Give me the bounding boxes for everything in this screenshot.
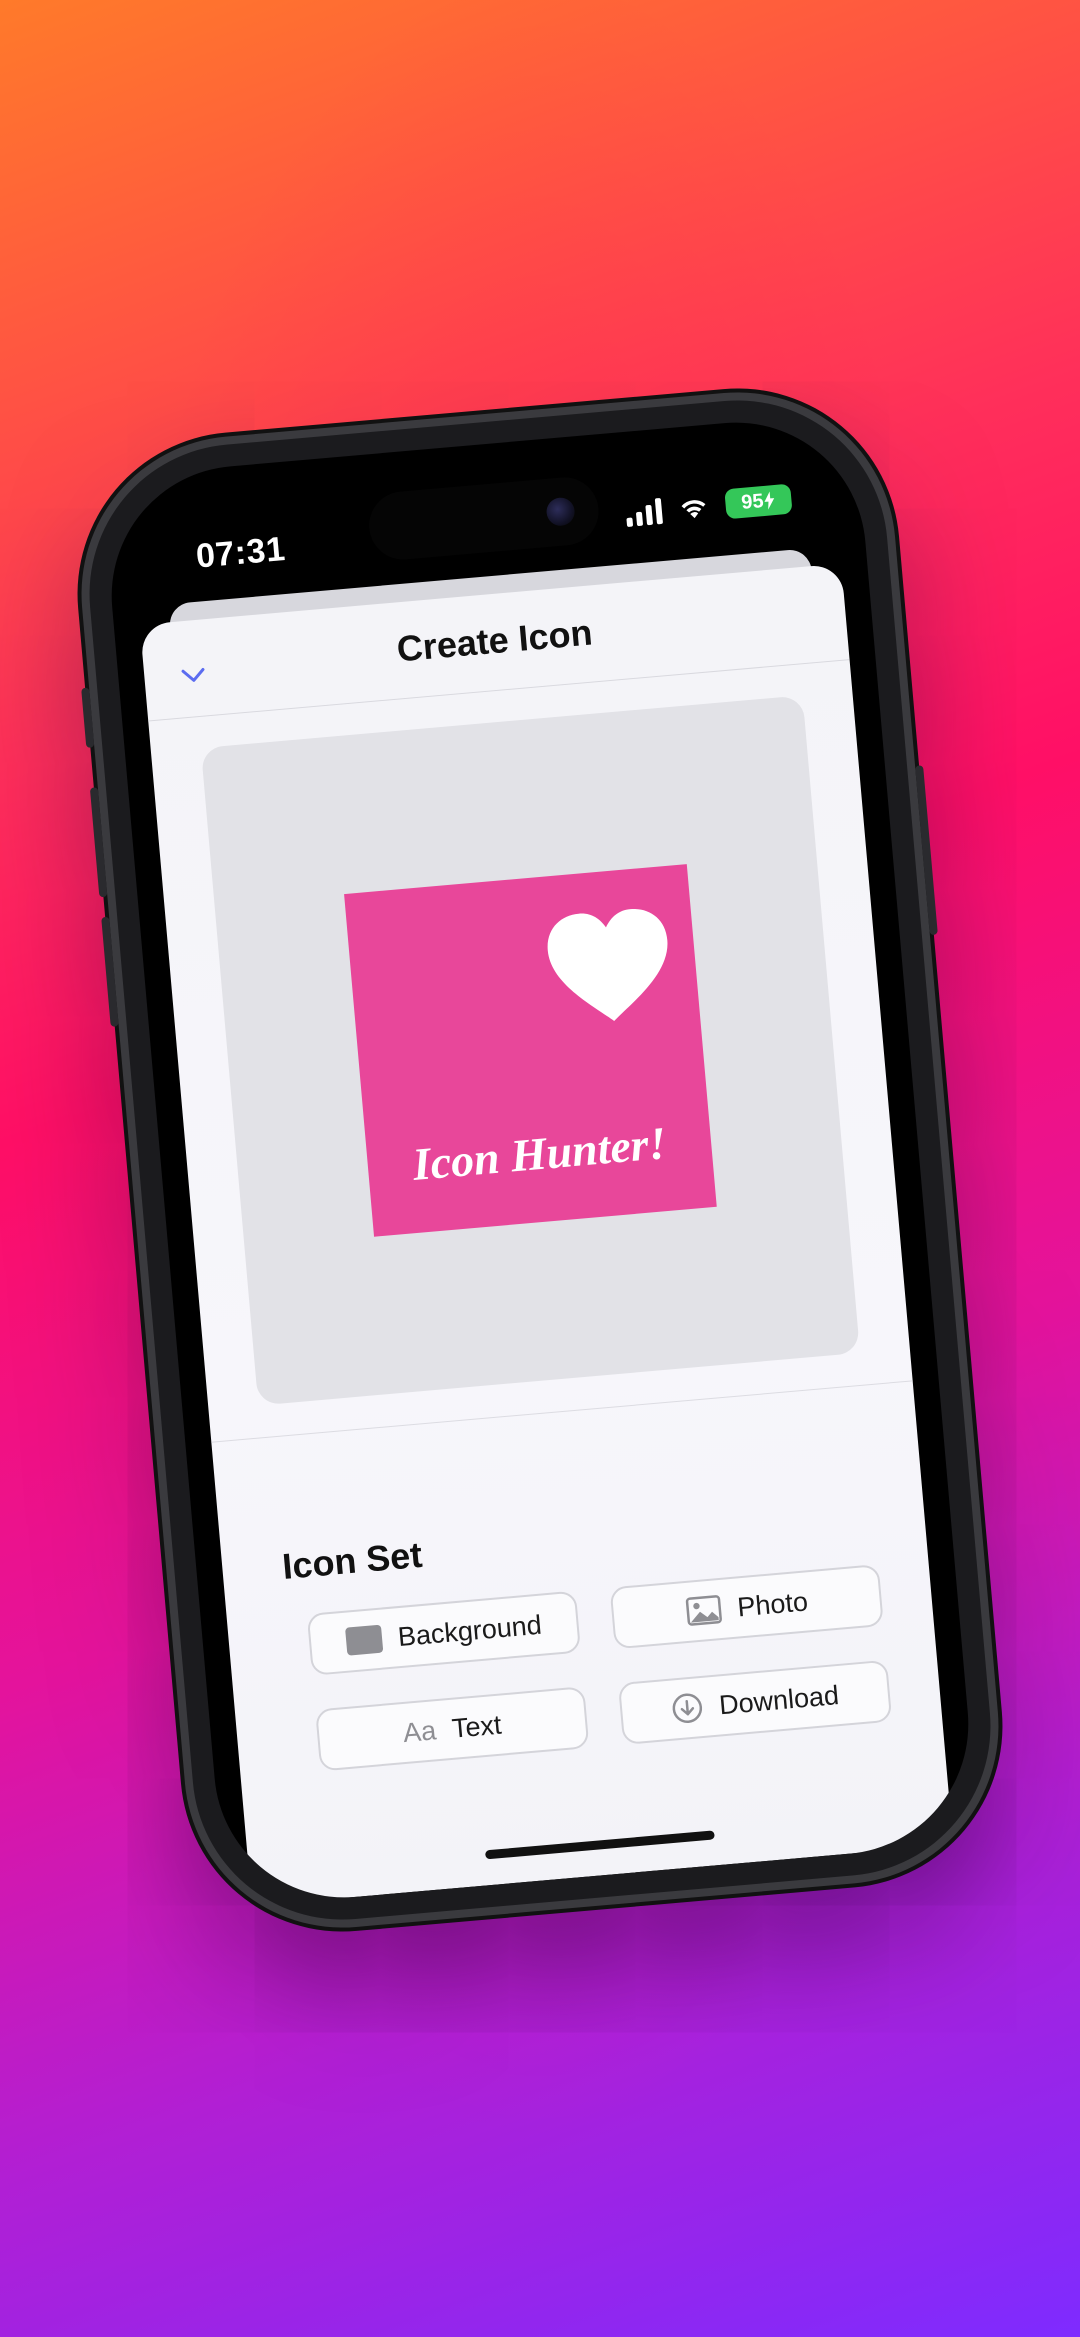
camera-icon bbox=[545, 496, 576, 527]
download-icon bbox=[672, 1693, 703, 1723]
home-indicator[interactable] bbox=[484, 1830, 715, 1860]
battery-level: 95 bbox=[740, 489, 765, 514]
icon-tile-text: Icon Hunter! bbox=[410, 1117, 669, 1191]
icon-set-title: Icon Set bbox=[280, 1533, 424, 1587]
wifi-icon bbox=[681, 500, 706, 519]
phone-frame: 07:31 95 Create Icon Icon Hunter! Icon S… bbox=[77, 387, 1003, 1933]
volume-down-button bbox=[101, 916, 119, 1027]
text-button[interactable]: Aa Text bbox=[315, 1686, 590, 1772]
text-aa-icon: Aa bbox=[401, 1714, 438, 1748]
icon-preview-card: Icon Hunter! bbox=[200, 695, 861, 1406]
icon-set-buttons: Background Photo Aa Text Download bbox=[306, 1564, 893, 1772]
create-icon-sheet: Create Icon Icon Hunter! Icon Set Backgr… bbox=[139, 563, 954, 1906]
photo-icon bbox=[685, 1595, 722, 1626]
action-button bbox=[81, 687, 95, 748]
download-button[interactable]: Download bbox=[617, 1659, 893, 1745]
background-swatch-icon bbox=[344, 1624, 384, 1656]
power-button bbox=[915, 765, 938, 936]
status-time: 07:31 bbox=[194, 529, 287, 576]
photo-button-label: Photo bbox=[736, 1585, 810, 1622]
volume-up-button bbox=[89, 787, 108, 898]
cellular-signal-icon bbox=[625, 496, 664, 527]
charging-bolt-icon bbox=[764, 491, 775, 510]
battery-indicator: 95 bbox=[724, 483, 793, 520]
photo-button[interactable]: Photo bbox=[609, 1564, 884, 1650]
phone-screen: 07:31 95 Create Icon Icon Hunter! Icon S… bbox=[100, 411, 980, 1909]
dynamic-island bbox=[366, 474, 602, 563]
heart-icon bbox=[547, 909, 668, 1022]
text-button-label: Text bbox=[450, 1709, 503, 1744]
background-button-label: Background bbox=[396, 1609, 543, 1652]
background-button[interactable]: Background bbox=[306, 1590, 582, 1676]
download-button-label: Download bbox=[717, 1679, 841, 1720]
icon-preview-tile: Icon Hunter! bbox=[344, 864, 717, 1237]
status-icons: 95 bbox=[625, 483, 793, 528]
